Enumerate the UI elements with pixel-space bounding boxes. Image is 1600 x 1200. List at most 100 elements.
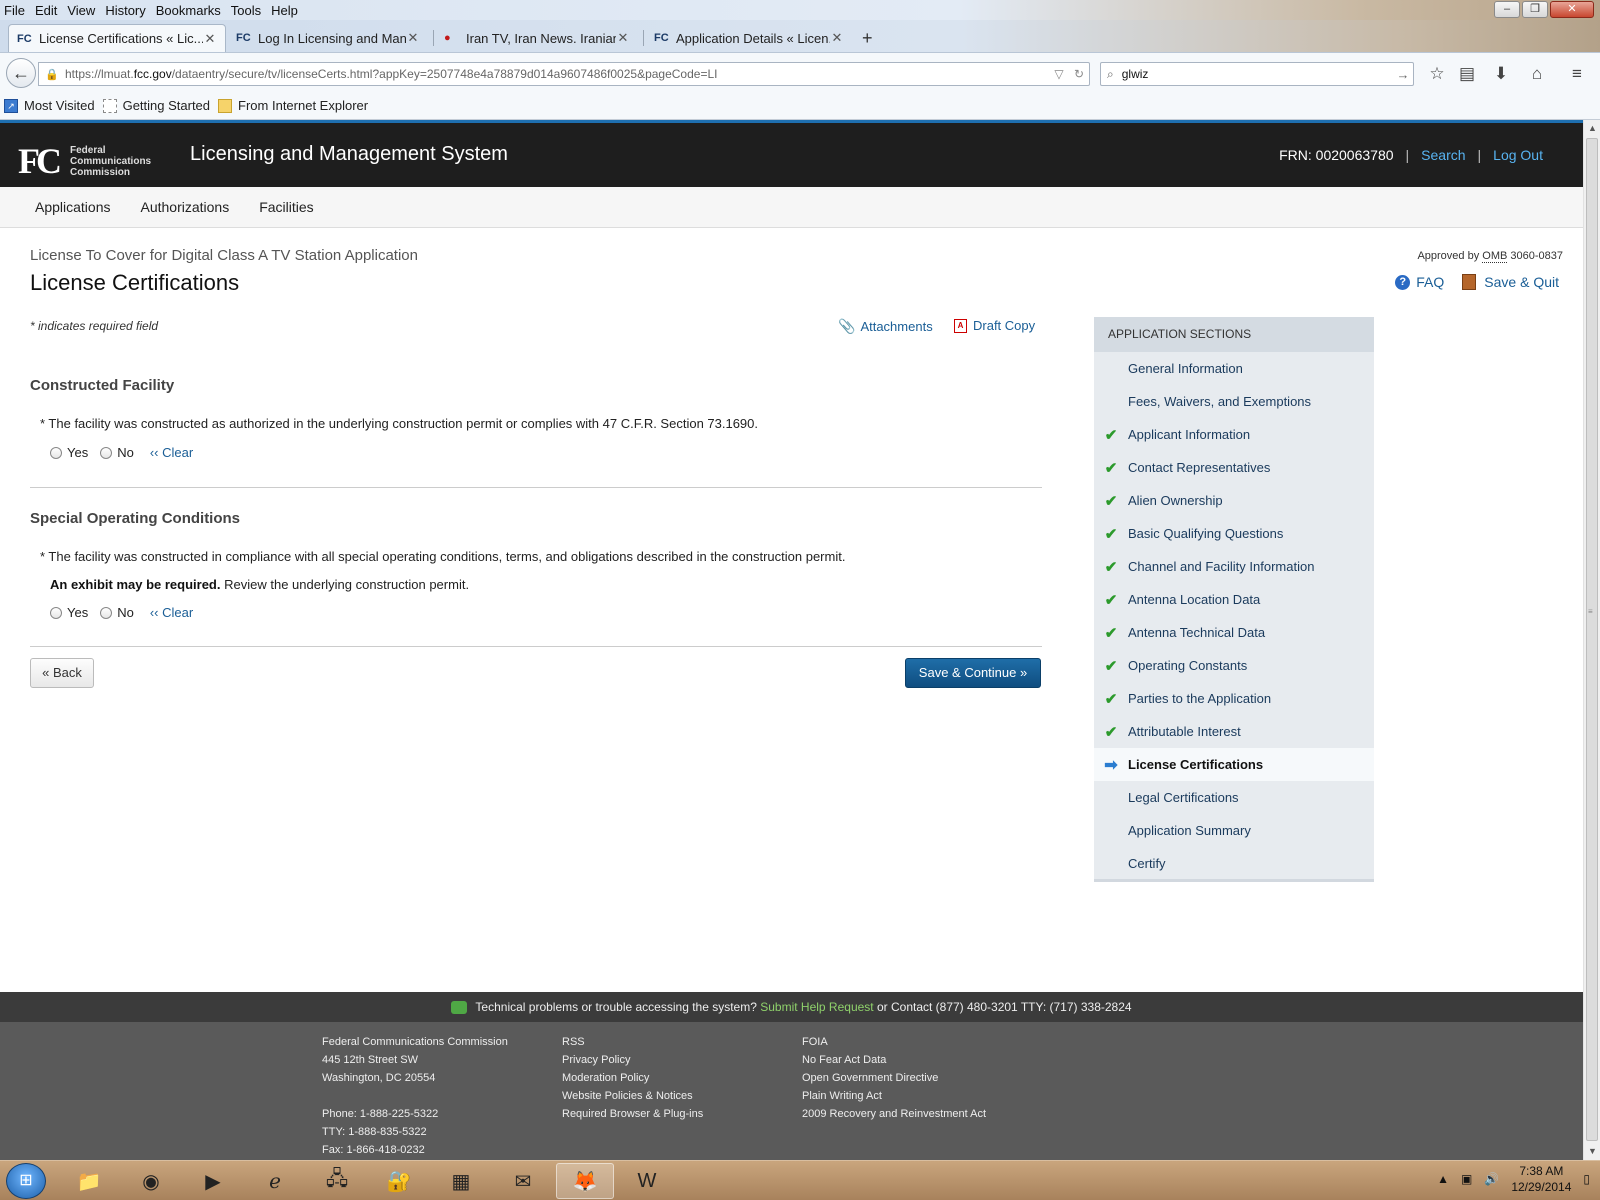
show-desktop[interactable]: ▯ — [1583, 1172, 1590, 1186]
sidebar-item[interactable]: Certify — [1094, 847, 1374, 880]
home-icon[interactable]: ⌂ — [1526, 63, 1548, 85]
bookmark-most-visited[interactable]: ↗ Most Visited — [4, 98, 95, 113]
sidebar-item[interactable]: ✔ Applicant Information — [1094, 418, 1374, 451]
tab-log-in[interactable]: FC Log In Licensing and Mana... ✕ — [228, 24, 428, 52]
calculator-icon[interactable]: ▦ — [432, 1163, 490, 1199]
bookmark-star-icon[interactable]: ☆ — [1426, 63, 1448, 85]
footer-link[interactable]: Privacy Policy — [562, 1051, 703, 1069]
tray-expand-icon[interactable]: ▲ — [1437, 1172, 1449, 1186]
maximize-button[interactable]: ❐ — [1522, 1, 1548, 18]
start-button[interactable]: ⊞ — [6, 1163, 46, 1199]
sidebar-item[interactable]: General Information — [1094, 352, 1374, 385]
search-input[interactable]: glwiz — [1122, 67, 1393, 81]
tab-close-icon[interactable]: ✕ — [203, 31, 217, 47]
network-status-icon[interactable]: ▣ — [1461, 1172, 1472, 1186]
search-bar[interactable]: ⌕ glwiz → — [1100, 62, 1414, 86]
internet-explorer-icon[interactable]: ℯ — [246, 1163, 304, 1199]
sidebar-item[interactable]: ✔ Antenna Location Data — [1094, 583, 1374, 616]
back-arrow-icon[interactable]: ← — [6, 58, 36, 88]
footer-link[interactable]: Website Policies & Notices — [562, 1087, 703, 1105]
scroll-down-icon[interactable]: ▼ — [1584, 1143, 1600, 1160]
footer-link[interactable]: RSS — [562, 1033, 703, 1051]
sidebar-item[interactable]: ✔ Antenna Technical Data — [1094, 616, 1374, 649]
menu-view[interactable]: View — [67, 3, 95, 18]
network-icon[interactable]: 🖧 — [308, 1163, 366, 1199]
sidebar-item[interactable]: ✔ Contact Representatives — [1094, 451, 1374, 484]
radio-no[interactable] — [100, 446, 113, 459]
media-player-icon[interactable]: ▶ — [184, 1163, 242, 1199]
bookmark-getting-started[interactable]: Getting Started — [102, 98, 210, 113]
minimize-button[interactable]: – — [1494, 1, 1520, 18]
submit-help-request-link[interactable]: Submit Help Request — [760, 1000, 873, 1014]
sidebar-item[interactable]: ✔ Alien Ownership — [1094, 484, 1374, 517]
faq-link[interactable]: ? FAQ — [1395, 274, 1444, 290]
new-tab-icon[interactable]: + — [862, 28, 873, 49]
tab-application-details[interactable]: FC Application Details « Licen... ✕ — [646, 24, 852, 52]
save-continue-button[interactable]: Save & Continue » — [905, 658, 1041, 688]
radio-no[interactable] — [100, 606, 113, 619]
menu-file[interactable]: File — [4, 3, 25, 18]
sidebar-item[interactable]: ➡ License Certifications — [1094, 748, 1374, 781]
menu-bookmarks[interactable]: Bookmarks — [156, 3, 221, 18]
nav-applications[interactable]: Applications — [35, 199, 111, 215]
radio-no-label[interactable]: No — [117, 605, 134, 620]
tab-license-certifications[interactable]: FC License Certifications « Lic... ✕ — [8, 24, 226, 52]
bookmarks-list-icon[interactable]: ▤ — [1456, 63, 1478, 85]
sidebar-item[interactable]: Fees, Waivers, and Exemptions — [1094, 385, 1374, 418]
volume-icon[interactable]: 🔊 — [1484, 1172, 1499, 1186]
scroll-thumb[interactable] — [1586, 138, 1598, 1141]
footer-link[interactable]: Moderation Policy — [562, 1069, 703, 1087]
sidebar-item[interactable]: ✔ Parties to the Application — [1094, 682, 1374, 715]
radio-yes-label[interactable]: Yes — [67, 605, 88, 620]
menu-history[interactable]: History — [105, 3, 145, 18]
chrome-icon[interactable]: ◉ — [122, 1163, 180, 1199]
downloads-icon[interactable]: ⬇ — [1490, 63, 1512, 85]
url-bar[interactable]: 🔒 https://lmuat.fcc.gov/dataentry/secure… — [38, 62, 1090, 86]
sidebar-item[interactable]: ✔ Basic Qualifying Questions — [1094, 517, 1374, 550]
menu-help[interactable]: Help — [271, 3, 298, 18]
window-close-button[interactable]: ✕ — [1550, 1, 1594, 18]
word-icon[interactable]: W — [618, 1163, 676, 1199]
footer-link[interactable]: No Fear Act Data — [802, 1051, 986, 1069]
tab-close-icon[interactable]: ✕ — [406, 30, 420, 46]
nav-facilities[interactable]: Facilities — [259, 199, 313, 215]
reload-icon[interactable]: ↻ — [1069, 67, 1089, 81]
firefox-icon[interactable]: 🦊 — [556, 1163, 614, 1199]
footer-link[interactable]: Required Browser & Plug-ins — [562, 1105, 703, 1123]
bookmark-from-ie[interactable]: From Internet Explorer — [218, 98, 368, 113]
fcc-logo[interactable]: FC Federal Communications Commission — [18, 140, 151, 182]
tab-close-icon[interactable]: ✕ — [616, 30, 630, 46]
save-quit-link[interactable]: Save & Quit — [1462, 274, 1559, 290]
clock[interactable]: 7:38 AM 12/29/2014 — [1511, 1163, 1571, 1195]
sidebar-item[interactable]: Legal Certifications — [1094, 781, 1374, 814]
tab-iran-tv[interactable]: ● Iran TV, Iran News. Iranian ... ✕ — [436, 24, 638, 52]
sidebar-item[interactable]: ✔ Attributable Interest — [1094, 715, 1374, 748]
attachments-link[interactable]: 📎 Attachments — [838, 318, 933, 335]
logout-link[interactable]: Log Out — [1493, 147, 1543, 163]
search-link[interactable]: Search — [1421, 147, 1465, 163]
security-icon[interactable]: 🔐 — [370, 1163, 428, 1199]
clear-link[interactable]: ‹‹ Clear — [150, 445, 193, 460]
nav-authorizations[interactable]: Authorizations — [141, 199, 230, 215]
footer-link[interactable]: Open Government Directive — [802, 1069, 986, 1087]
footer-link[interactable]: 2009 Recovery and Reinvestment Act — [802, 1105, 986, 1123]
draft-copy-link[interactable]: A Draft Copy — [954, 318, 1035, 333]
dropdown-arrow-icon[interactable]: ▽ — [1049, 67, 1069, 81]
vertical-scrollbar[interactable]: ▲ ≡ ▼ — [1583, 120, 1600, 1160]
menu-tools[interactable]: Tools — [231, 3, 261, 18]
search-go-icon[interactable]: → — [1393, 67, 1413, 82]
hamburger-menu-icon[interactable]: ≡ — [1566, 63, 1588, 85]
menu-edit[interactable]: Edit — [35, 3, 57, 18]
footer-link[interactable]: Plain Writing Act — [802, 1087, 986, 1105]
sidebar-item[interactable]: ✔ Operating Constants — [1094, 649, 1374, 682]
scroll-up-icon[interactable]: ▲ — [1584, 120, 1600, 137]
radio-yes[interactable] — [50, 606, 62, 619]
sidebar-item[interactable]: Application Summary — [1094, 814, 1374, 847]
footer-link[interactable]: FOIA — [802, 1033, 986, 1051]
outlook-icon[interactable]: ✉ — [494, 1163, 552, 1199]
radio-yes[interactable] — [50, 446, 62, 459]
back-button[interactable]: « Back — [30, 658, 94, 688]
radio-yes-label[interactable]: Yes — [67, 445, 88, 460]
radio-no-label[interactable]: No — [117, 445, 134, 460]
tab-close-icon[interactable]: ✕ — [830, 30, 844, 46]
